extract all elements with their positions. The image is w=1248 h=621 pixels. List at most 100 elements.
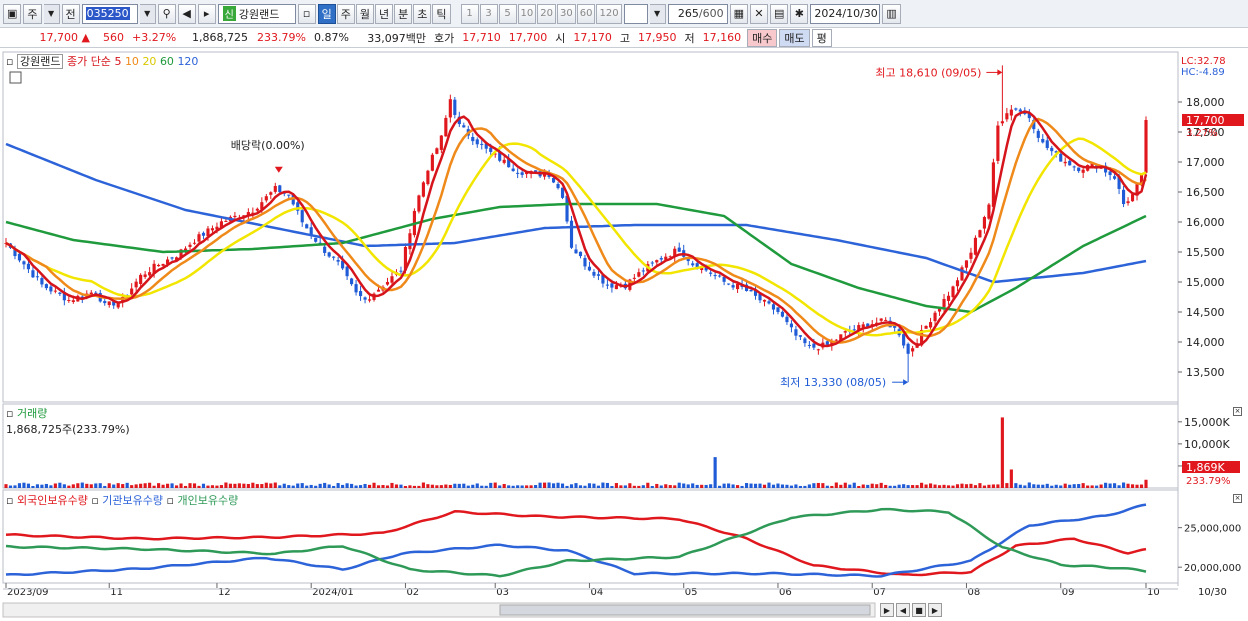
close-volume-icon[interactable]: × xyxy=(1233,407,1242,416)
candle-body xyxy=(731,285,735,288)
sell-button[interactable]: 매도 xyxy=(779,28,810,47)
volume-bar xyxy=(928,483,933,488)
prev-button[interactable]: 전 xyxy=(61,3,80,24)
legend-ma120[interactable]: 120 xyxy=(177,55,198,68)
stock-code-input[interactable]: 035250 xyxy=(81,3,138,24)
legend-foreign[interactable]: 외국인보유수량 xyxy=(17,494,88,507)
interval-button[interactable]: 30 xyxy=(557,3,576,24)
period-button[interactable]: 초 xyxy=(413,3,432,24)
volume-bar xyxy=(565,485,569,488)
holdings-tick-label: 20,000,000 xyxy=(1184,563,1241,574)
scroll-end-right-icon[interactable]: ▶ xyxy=(928,603,942,617)
volume-bar xyxy=(489,482,493,488)
volume-bar xyxy=(49,485,53,488)
close-holdings-icon[interactable]: × xyxy=(1233,494,1242,503)
scroll-end-left-icon[interactable]: ◀ xyxy=(896,603,910,617)
chevron-down-icon[interactable]: ▼ xyxy=(43,3,60,24)
interval-button[interactable]: 1 xyxy=(460,3,479,24)
volume-bar xyxy=(1104,482,1108,488)
legend-stock-name[interactable]: 강원랜드 xyxy=(16,54,64,69)
date-input[interactable]: 2024/10/30 xyxy=(810,3,881,24)
volume-bar xyxy=(385,485,390,488)
period-button[interactable]: 분 xyxy=(394,3,413,24)
price-tick-label: 18,000 xyxy=(1186,96,1225,109)
volume-bar xyxy=(547,482,551,488)
candle-body xyxy=(408,233,412,250)
volume-bar xyxy=(201,483,206,488)
chart-canvas[interactable]: 13,500 14,000 14,500 15,000 15,500 16,000 16,5… xyxy=(0,48,1248,621)
candle-body xyxy=(1077,167,1081,172)
interval-button[interactable]: 60 xyxy=(576,3,596,24)
legend-ma60[interactable]: 60 xyxy=(160,55,174,68)
period-button[interactable]: 년 xyxy=(375,3,394,24)
scroll-right-icon[interactable]: ▶ xyxy=(880,603,894,617)
buy-button[interactable]: 매수 xyxy=(747,28,778,47)
stock-name-field[interactable]: 신 강원랜드 xyxy=(217,3,296,24)
market-select[interactable]: 주 xyxy=(23,3,42,24)
candle-body xyxy=(71,300,75,302)
chart-tools-icon[interactable]: ▦ xyxy=(729,3,748,24)
misc-button[interactable]: 평 xyxy=(811,28,832,47)
volume-bar xyxy=(296,483,300,488)
legend-ma20[interactable]: 20 xyxy=(142,55,156,68)
legend-institution[interactable]: 기관보유수량 xyxy=(102,494,163,507)
volume-bar xyxy=(1117,485,1121,488)
legend-ma10[interactable]: 10 xyxy=(125,55,139,68)
chevron-down-icon[interactable]: ▼ xyxy=(139,3,156,24)
volume-bar xyxy=(1050,485,1054,488)
period-button[interactable]: 월 xyxy=(355,3,375,24)
candle-body xyxy=(421,182,425,197)
interval-button[interactable]: 3 xyxy=(479,3,498,24)
volume-title[interactable]: 거래량 xyxy=(17,407,47,420)
search-icon[interactable]: ⚲ xyxy=(157,3,176,24)
candle-body xyxy=(1009,109,1013,116)
volume-bar xyxy=(53,483,57,488)
volume-bar xyxy=(1108,483,1112,488)
interval-button[interactable]: 20 xyxy=(537,3,556,24)
candle-body xyxy=(255,208,259,211)
stock-menu-icon[interactable]: ▫ xyxy=(297,3,316,24)
period-button[interactable]: 일 xyxy=(317,3,336,24)
trade-amount: 33,097백만 xyxy=(367,31,426,45)
chevron-down-icon[interactable]: ▼ xyxy=(649,3,666,24)
volume-bar xyxy=(1113,483,1117,488)
interval-button[interactable]: 10 xyxy=(517,3,537,24)
volume-bar xyxy=(628,483,632,488)
volume-bar xyxy=(314,485,318,488)
speaker-icon[interactable]: ◀ xyxy=(177,3,196,24)
volume-bar xyxy=(798,485,802,488)
volume-bar xyxy=(345,483,349,488)
gear-icon[interactable]: ✱ xyxy=(790,3,809,24)
volume-bar xyxy=(902,484,906,488)
volume-bar xyxy=(1018,484,1022,488)
save-icon[interactable]: ▤ xyxy=(769,3,789,24)
interval-button[interactable]: 5 xyxy=(498,3,517,24)
crosshair-icon[interactable]: ✕ xyxy=(749,3,768,24)
volume-bar xyxy=(534,485,538,488)
stop-icon[interactable]: ■ xyxy=(912,603,926,617)
layout-icon[interactable]: ▣ xyxy=(3,3,22,24)
scroll-icon[interactable]: ▸ xyxy=(197,3,216,24)
calendar-icon[interactable]: ▥ xyxy=(882,3,901,24)
volume-bar xyxy=(1077,484,1081,488)
volume-bar xyxy=(695,484,699,488)
interval-input[interactable] xyxy=(623,3,648,24)
candle-body xyxy=(587,266,592,271)
candle-body xyxy=(834,339,838,341)
volume-bar xyxy=(408,485,412,488)
interval-button[interactable]: 120 xyxy=(596,3,622,24)
volume-bar xyxy=(206,485,210,488)
count-field[interactable]: 265/600 xyxy=(667,3,728,24)
legend-individual[interactable]: 개인보유수량 xyxy=(177,494,238,507)
volume-bar xyxy=(417,485,421,488)
candle-body xyxy=(1126,201,1130,204)
price-legend: ▫ 강원랜드 종가 단순 5 10 20 60 120 xyxy=(6,54,199,69)
volume-bar xyxy=(269,483,273,488)
period-button[interactable]: 주 xyxy=(336,3,355,24)
legend-ma5[interactable]: 5 xyxy=(114,55,121,68)
legend-ma-label[interactable]: 종가 단순 xyxy=(67,55,111,68)
volume-bar xyxy=(367,484,372,488)
candle-body xyxy=(736,283,740,290)
volume-bar xyxy=(973,485,978,488)
period-button[interactable]: 틱 xyxy=(432,3,451,24)
